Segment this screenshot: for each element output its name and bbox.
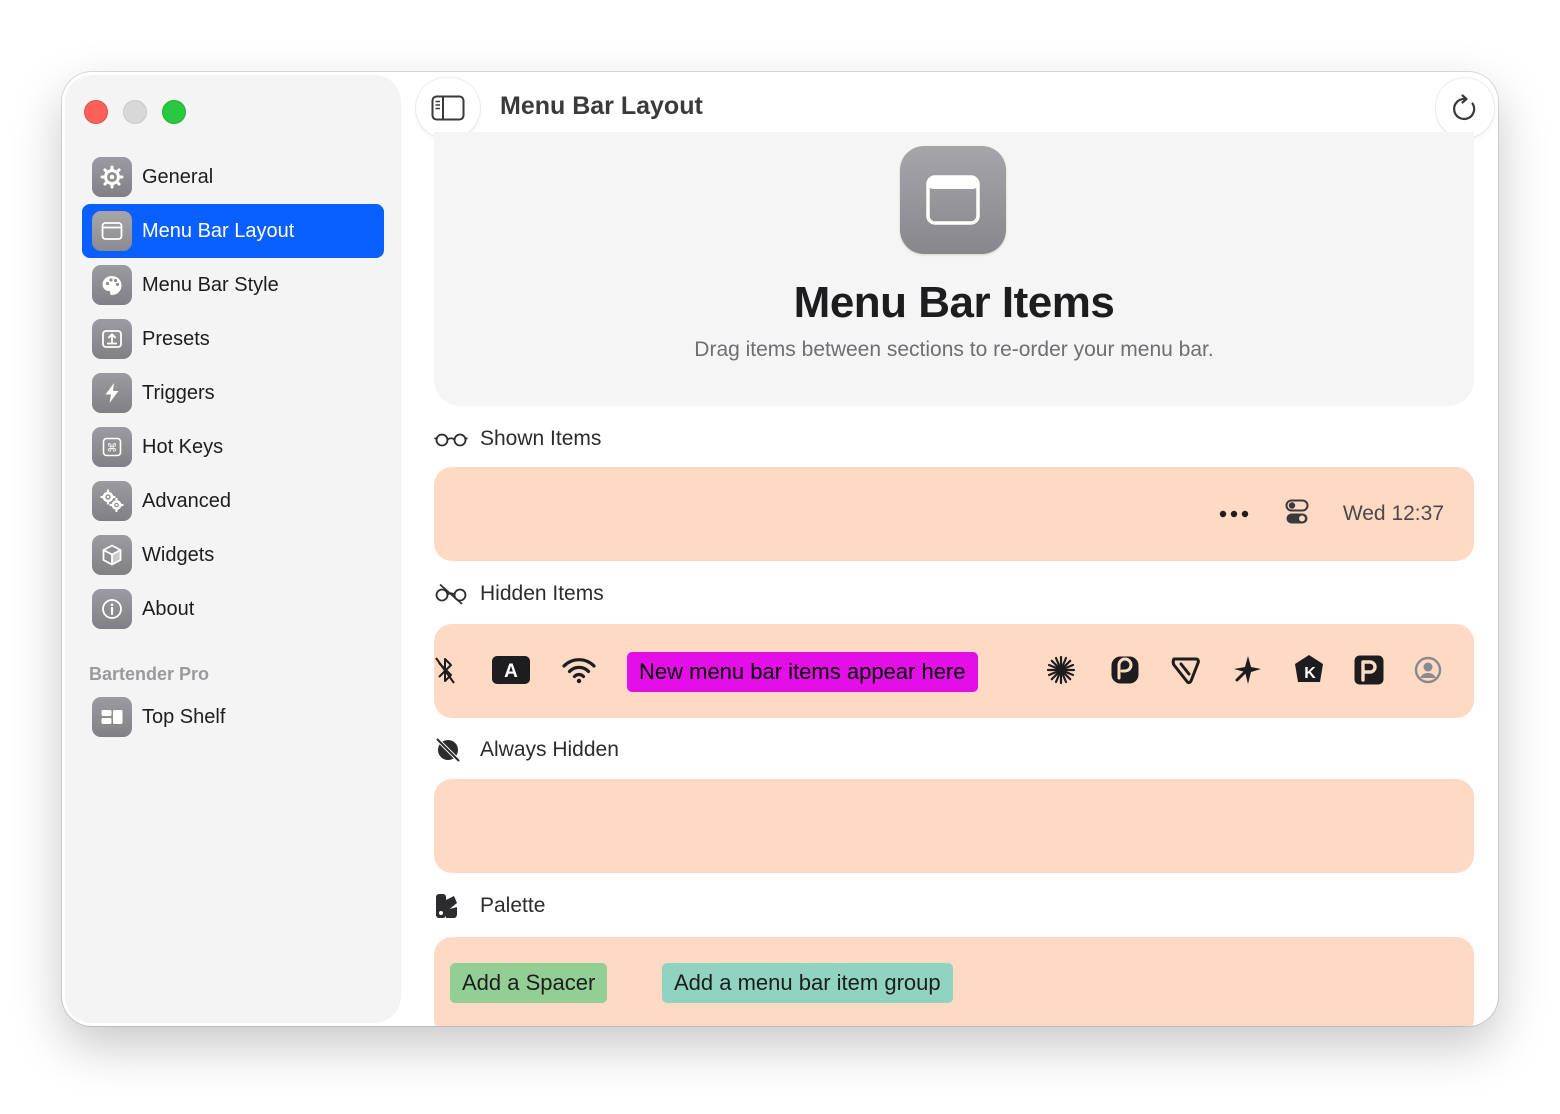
section-label: Always Hidden	[480, 738, 619, 761]
sidebar-item-label: General	[142, 165, 214, 188]
hero-title: Menu Bar Items	[793, 278, 1115, 327]
plane-icon[interactable]	[1230, 652, 1264, 688]
sidebar-item-advanced[interactable]: Advanced	[82, 474, 384, 528]
sidebar-item-label: Widgets	[142, 543, 215, 566]
glasses-icon	[434, 426, 468, 452]
sidebar-item-menu-bar-style[interactable]: Menu Bar Style	[82, 258, 384, 312]
sidebar-item-menu-bar-layout[interactable]: Menu Bar Layout	[82, 204, 384, 258]
sidebar-item-presets[interactable]: Presets	[82, 312, 384, 366]
bolt-icon	[92, 373, 132, 413]
sidebar-item-label: Advanced	[142, 489, 231, 512]
bluetooth-icon[interactable]	[434, 652, 456, 688]
page-title: Menu Bar Layout	[500, 92, 703, 120]
palette-zone: Add a Spacer Add a menu bar item group	[434, 937, 1474, 1026]
section-label: Shown Items	[480, 427, 602, 450]
palette-icon	[92, 265, 132, 305]
sidebar-item-about[interactable]: About	[82, 582, 384, 636]
svg-text:K: K	[1304, 665, 1316, 682]
palette-swatch-icon	[434, 893, 468, 919]
more-dots-icon[interactable]	[1219, 505, 1249, 523]
sidebar-nav: General Menu Bar Layout Menu Bar Style P…	[82, 150, 384, 636]
glasses-slash-icon	[434, 581, 468, 607]
shown-items-row: Wed 12:37	[1219, 467, 1444, 561]
zoom-window-button[interactable]	[162, 100, 186, 124]
command-key-icon: ⌘	[92, 427, 132, 467]
upload-tray-icon	[92, 319, 132, 359]
eye-slash-icon	[434, 737, 468, 763]
close-window-button[interactable]	[84, 100, 108, 124]
hidden-items-row: A New menu bar items appear here K	[434, 624, 1474, 718]
gears-icon	[92, 481, 132, 521]
asterisk-burst-icon[interactable]	[1044, 652, 1078, 688]
sidebar-item-label: About	[142, 597, 195, 620]
section-label: Hidden Items	[480, 582, 604, 605]
menubar-window-icon	[900, 146, 1006, 254]
sidebar-item-hot-keys[interactable]: ⌘ Hot Keys	[82, 420, 384, 474]
info-icon	[92, 589, 132, 629]
sidebar-section-header: Bartender Pro	[89, 664, 210, 684]
sidebar-item-triggers[interactable]: Triggers	[82, 366, 384, 420]
sidebar-toggle-icon	[431, 95, 465, 121]
sidebar: General Menu Bar Layout Menu Bar Style P…	[66, 76, 400, 1022]
minimize-window-button[interactable]	[123, 100, 147, 124]
sidebar-pro-nav: Top Shelf	[82, 690, 384, 744]
sidebar-item-label: Menu Bar Style	[142, 273, 279, 296]
sidebar-item-label: Presets	[142, 327, 210, 350]
sidebar-toggle-button[interactable]	[416, 78, 480, 138]
wifi-icon[interactable]	[562, 652, 596, 688]
k-badge-icon[interactable]: K	[1292, 652, 1326, 688]
sidebar-item-label: Menu Bar Layout	[142, 219, 295, 242]
user-circle-icon[interactable]	[1412, 652, 1444, 688]
refresh-icon	[1453, 94, 1476, 121]
shown-items-header: Shown Items	[434, 426, 601, 452]
sidebar-item-label: Triggers	[142, 381, 215, 404]
sidebar-item-general[interactable]: General	[82, 150, 384, 204]
tag-icon[interactable]	[1170, 652, 1204, 688]
add-spacer-chip[interactable]: Add a Spacer	[450, 963, 608, 1003]
control-center-icon[interactable]	[1285, 499, 1309, 530]
gear-icon	[92, 157, 132, 197]
svg-text:⌘: ⌘	[107, 441, 118, 454]
sidebar-item-widgets[interactable]: Widgets	[82, 528, 384, 582]
sidebar-item-top-shelf[interactable]: Top Shelf	[82, 690, 384, 744]
top-shelf-icon	[92, 697, 132, 737]
cube-icon	[92, 535, 132, 575]
input-source-letter: A	[504, 661, 518, 682]
palette-header: Palette	[434, 893, 545, 919]
hidden-items-header: Hidden Items	[434, 581, 604, 607]
always-hidden-zone[interactable]	[434, 779, 1474, 873]
hero-subtitle: Drag items between sections to re-order …	[694, 338, 1214, 361]
shown-items-zone[interactable]: Wed 12:37	[434, 467, 1474, 561]
refresh-p-icon[interactable]	[1108, 652, 1142, 688]
add-group-chip[interactable]: Add a menu bar item group	[662, 963, 953, 1003]
sidebar-item-label: Top Shelf	[142, 705, 226, 728]
always-hidden-header: Always Hidden	[434, 737, 619, 763]
p-square-icon[interactable]	[1352, 652, 1386, 688]
new-items-marker[interactable]: New menu bar items appear here	[627, 652, 978, 692]
hidden-items-zone[interactable]: A New menu bar items appear here K	[434, 624, 1474, 718]
menu-bar-clock[interactable]: Wed 12:37	[1343, 502, 1444, 526]
settings-window: General Menu Bar Layout Menu Bar Style P…	[62, 72, 1498, 1026]
input-source-icon[interactable]: A	[492, 652, 530, 688]
section-label: Palette	[480, 894, 546, 917]
refresh-button[interactable]	[1436, 78, 1494, 138]
hero-panel: Menu Bar Items Drag items between sectio…	[434, 132, 1474, 406]
menubar-window-icon	[92, 211, 132, 251]
sidebar-item-label: Hot Keys	[142, 435, 224, 458]
